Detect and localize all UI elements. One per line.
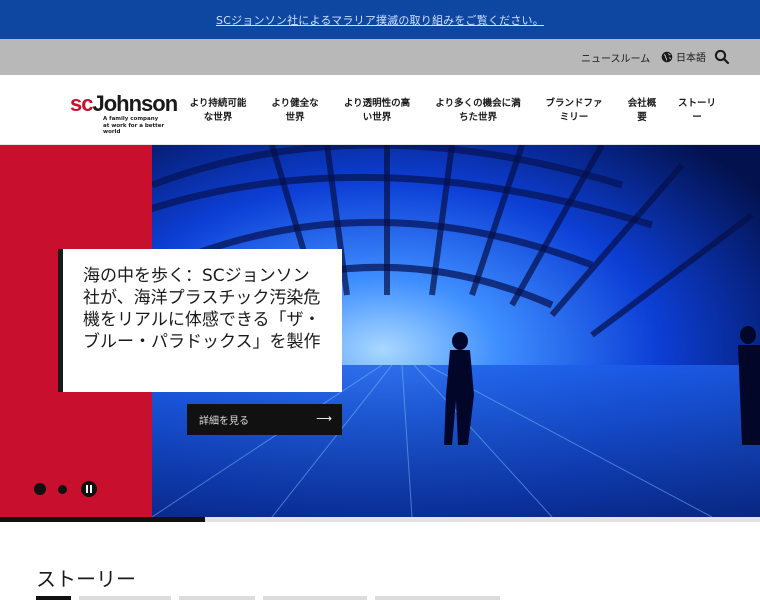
hero-details-label: 詳細を見る xyxy=(199,416,249,427)
stories-tab-3[interactable] xyxy=(179,596,255,600)
hero-headline-card: 海の中を歩く：SCジョンソン社が、海洋プラスチック汚染危機をリアルに体感できる「… xyxy=(58,249,342,392)
globe-icon xyxy=(661,51,673,62)
newsroom-link[interactable]: ニュースルーム xyxy=(581,50,650,65)
stories-tab-2[interactable] xyxy=(79,596,171,600)
hero-headline: 海の中を歩く：SCジョンソン社が、海洋プラスチック汚染危機をリアルに体感できる「… xyxy=(83,266,321,352)
arrow-right-icon: ⟶ xyxy=(316,412,332,425)
nav-item-healthy[interactable]: より健全な世界 xyxy=(271,97,319,125)
language-selector[interactable]: 日本語 xyxy=(661,49,706,64)
nav-item-company[interactable]: 会社概要 xyxy=(626,97,658,125)
nav-item-opportunity[interactable]: より多くの機会に満ちた世界 xyxy=(432,97,524,125)
announcement-bar: SCジョンソン社によるマラリア撲滅の取り組みをご覧ください。 xyxy=(0,0,760,39)
nav-item-brands[interactable]: ブランドファミリー xyxy=(543,97,605,125)
hero-details-button[interactable]: 詳細を見る ⟶ xyxy=(187,404,342,435)
stories-heading: ストーリー xyxy=(36,567,136,591)
carousel-controls xyxy=(34,481,97,497)
utility-bar: ニュースルーム 日本語 xyxy=(0,39,760,75)
carousel-dot-1[interactable] xyxy=(34,483,46,495)
slide-progress-fill xyxy=(0,517,206,522)
nav-item-sustainable[interactable]: より持続可能な世界 xyxy=(188,97,248,125)
main-navigation: scJohnson A family company at work for a… xyxy=(0,75,760,145)
carousel-dot-2[interactable] xyxy=(58,484,67,494)
brand-logo[interactable]: scJohnson A family company at work for a… xyxy=(70,91,180,136)
slide-progress-bar xyxy=(0,517,760,522)
logo-wordmark: scJohnson xyxy=(70,91,178,116)
announcement-link[interactable]: SCジョンソン社によるマラリア撲滅の取り組みをご覧ください。 xyxy=(216,12,544,28)
hero-carousel: 海の中を歩く：SCジョンソン社が、海洋プラスチック汚染危機をリアルに体感できる「… xyxy=(0,145,760,517)
nav-item-stories[interactable]: ストーリー xyxy=(678,97,716,125)
search-icon[interactable] xyxy=(714,49,730,65)
pause-icon[interactable] xyxy=(81,481,97,497)
stories-tab-1[interactable] xyxy=(36,596,71,600)
stories-tab-4[interactable] xyxy=(263,596,367,600)
language-label: 日本語 xyxy=(676,53,706,64)
stories-tabs xyxy=(36,596,500,600)
nav-item-transparent[interactable]: より透明性の高い世界 xyxy=(341,97,413,125)
stories-tab-5[interactable] xyxy=(375,596,500,600)
logo-tagline: A family company at work for a better wo… xyxy=(103,116,165,135)
